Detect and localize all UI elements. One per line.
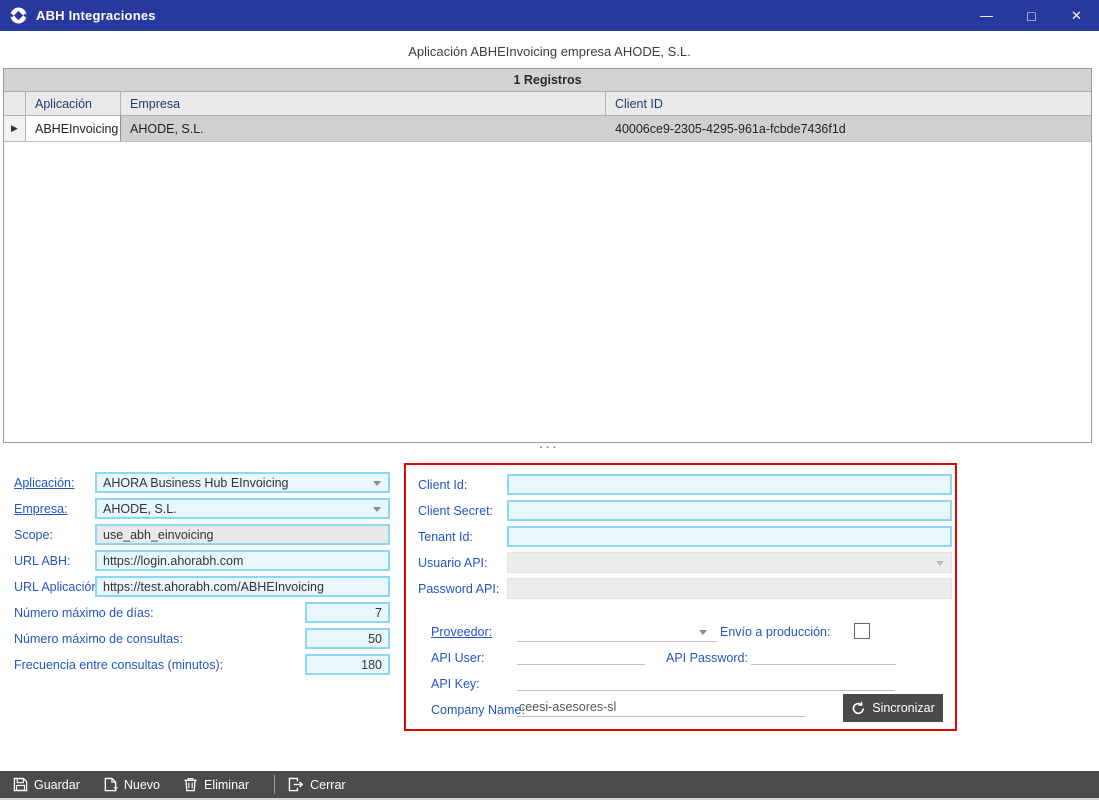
empresa-dropdown-value: AHODE, S.L.: [103, 501, 177, 516]
maximize-button[interactable]: □: [1009, 0, 1054, 31]
trash-icon: [184, 778, 197, 792]
max-dias-input[interactable]: [305, 602, 390, 623]
grid-gutter-header: [4, 92, 26, 115]
label-empresa[interactable]: Empresa:: [14, 502, 68, 516]
company-name-input[interactable]: [517, 698, 805, 717]
usuario-api-dropdown: [507, 552, 952, 573]
minimize-button[interactable]: —: [964, 0, 1009, 31]
refresh-icon: [852, 701, 865, 714]
password-api-input: [507, 578, 952, 599]
new-document-icon: [104, 777, 118, 792]
label-tenant-id: Tenant Id:: [418, 530, 473, 544]
nuevo-label: Nuevo: [123, 777, 160, 792]
cell-client-id[interactable]: 40006ce9-2305-4295-961a-fcbde7436f1d: [606, 116, 1091, 141]
label-password-api: Password API:: [418, 582, 500, 596]
chevron-down-icon: [373, 480, 381, 486]
row-selector-icon: ▶: [11, 123, 18, 133]
api-password-input[interactable]: [751, 646, 896, 665]
label-url-aplicacion: URL Aplicación:: [14, 580, 102, 594]
url-abh-input[interactable]: [95, 550, 390, 571]
row-selector-cell: ▶: [4, 116, 26, 141]
column-header-client-id[interactable]: Client ID: [606, 92, 1091, 115]
records-grid: 1 Registros Aplicación Empresa Client ID…: [3, 68, 1092, 443]
window-controls: — □ ✕: [964, 0, 1099, 31]
column-header-aplicacion[interactable]: Aplicación: [26, 92, 121, 115]
proveedor-dropdown[interactable]: [517, 623, 717, 642]
label-aplicacion[interactable]: Aplicación:: [14, 476, 74, 490]
chevron-down-icon: [373, 506, 381, 512]
max-consultas-input[interactable]: [305, 628, 390, 649]
envio-produccion-checkbox[interactable]: [854, 623, 870, 639]
bottom-toolbar: Guardar Nuevo Eliminar Cerrar: [0, 771, 1099, 798]
label-scope: Scope:: [14, 528, 53, 542]
app-logo-icon: [10, 7, 27, 24]
label-envio-produccion: Envío a producción:: [720, 625, 831, 639]
label-proveedor[interactable]: Proveedor:: [431, 625, 492, 639]
cell-empresa[interactable]: AHODE, S.L.: [121, 116, 606, 141]
frecuencia-input[interactable]: [305, 654, 390, 675]
close-button[interactable]: ✕: [1054, 0, 1099, 31]
grid-count-header: 1 Registros: [4, 69, 1091, 92]
guardar-button[interactable]: Guardar: [13, 771, 93, 798]
splitter-handle[interactable]: ···: [0, 443, 1099, 454]
eliminar-button[interactable]: Eliminar: [183, 771, 262, 798]
label-company-name: Company Name:: [431, 703, 525, 717]
sincronizar-button[interactable]: Sincronizar: [843, 694, 943, 722]
api-credentials-panel: Client Id: Client Secret: Tenant Id: Usu…: [404, 463, 957, 731]
label-url-abh: URL ABH:: [14, 554, 71, 568]
api-user-input[interactable]: [517, 646, 645, 665]
eliminar-label: Eliminar: [204, 777, 250, 792]
api-key-input[interactable]: [517, 672, 895, 691]
nuevo-button[interactable]: Nuevo: [103, 771, 173, 798]
page-title: Aplicación ABHEInvoicing empresa AHODE, …: [408, 44, 691, 59]
client-id-input[interactable]: [507, 474, 952, 495]
exit-icon: [288, 777, 304, 792]
column-header-empresa[interactable]: Empresa: [121, 92, 606, 115]
url-aplicacion-input[interactable]: [95, 576, 390, 597]
table-row[interactable]: ▶ ABHEInvoicing AHODE, S.L. 40006ce9-230…: [4, 116, 1091, 142]
cerrar-label: Cerrar: [310, 777, 346, 792]
label-frecuencia: Frecuencia entre consultas (minutos):: [14, 658, 224, 672]
label-client-secret: Client Secret:: [418, 504, 494, 518]
chevron-down-icon: [699, 630, 707, 635]
label-api-key: API Key:: [431, 677, 480, 691]
empresa-dropdown[interactable]: AHODE, S.L.: [95, 498, 390, 519]
label-max-dias: Número máximo de días:: [14, 606, 154, 620]
save-icon: [13, 777, 28, 792]
cell-aplicacion[interactable]: ABHEInvoicing: [26, 116, 121, 141]
chevron-down-icon: [936, 560, 944, 566]
label-api-user: API User:: [431, 651, 485, 665]
window-title: ABH Integraciones: [36, 8, 156, 23]
label-usuario-api: Usuario API:: [418, 556, 488, 570]
label-api-password: API Password:: [666, 651, 748, 665]
sincronizar-label: Sincronizar: [872, 701, 935, 715]
aplicacion-dropdown[interactable]: AHORA Business Hub EInvoicing: [95, 472, 390, 493]
scope-input[interactable]: [95, 524, 390, 545]
titlebar: ABH Integraciones — □ ✕: [0, 0, 1099, 31]
toolbar-separator: [274, 775, 276, 794]
label-max-consultas: Número máximo de consultas:: [14, 632, 183, 646]
cerrar-button[interactable]: Cerrar: [288, 771, 358, 798]
aplicacion-dropdown-value: AHORA Business Hub EInvoicing: [103, 475, 289, 490]
grid-column-headers: Aplicación Empresa Client ID: [4, 92, 1091, 116]
guardar-label: Guardar: [34, 777, 80, 792]
label-client-id: Client Id:: [418, 478, 468, 492]
client-secret-input[interactable]: [507, 500, 952, 521]
tenant-id-input[interactable]: [507, 526, 952, 547]
